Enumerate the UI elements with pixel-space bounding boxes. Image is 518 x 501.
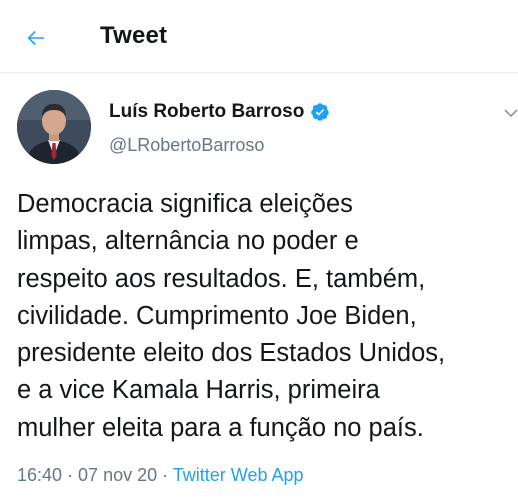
top-bar: Tweet bbox=[0, 0, 518, 73]
tweet-line: e a vice Kamala Harris, primeira bbox=[17, 376, 380, 405]
tweet-line: civilidade. Cumprimento Joe Biden, bbox=[17, 301, 417, 330]
tweet-line: presidente eleito dos Estados Unidos, bbox=[17, 339, 446, 368]
tweet-line: limpas, alternância no poder e bbox=[17, 227, 359, 256]
tweet-line: respeito aos resultados. E, também, bbox=[17, 264, 426, 293]
chevron-down-icon[interactable] bbox=[504, 106, 518, 120]
source-app-link[interactable]: Twitter Web App bbox=[173, 465, 304, 485]
author-name-text: Luís Roberto Barroso bbox=[109, 101, 305, 122]
avatar-image bbox=[17, 90, 91, 164]
tweet-text: Democracia significa eleições limpas, al… bbox=[17, 186, 517, 447]
back-button[interactable] bbox=[16, 18, 56, 58]
author-handle[interactable]: @LRobertoBarroso bbox=[109, 135, 264, 156]
meta-separator: · bbox=[62, 465, 79, 485]
tweet-time: 16:40 bbox=[17, 465, 63, 485]
arrow-left-icon bbox=[27, 30, 44, 46]
meta-separator: · bbox=[157, 465, 173, 485]
verified-badge-icon bbox=[310, 102, 330, 122]
tweet-date: 07 nov 20 bbox=[78, 465, 158, 485]
author-name[interactable]: Luís Roberto Barroso bbox=[109, 101, 330, 123]
avatar[interactable] bbox=[17, 90, 91, 164]
tweet-meta: 16:40 · 07 nov 20 · Twitter Web App bbox=[17, 465, 304, 486]
tweet-line: mulher eleita para a função no país. bbox=[17, 413, 424, 442]
page-title: Tweet bbox=[100, 22, 168, 49]
tweet-line: Democracia significa eleições bbox=[17, 190, 353, 218]
